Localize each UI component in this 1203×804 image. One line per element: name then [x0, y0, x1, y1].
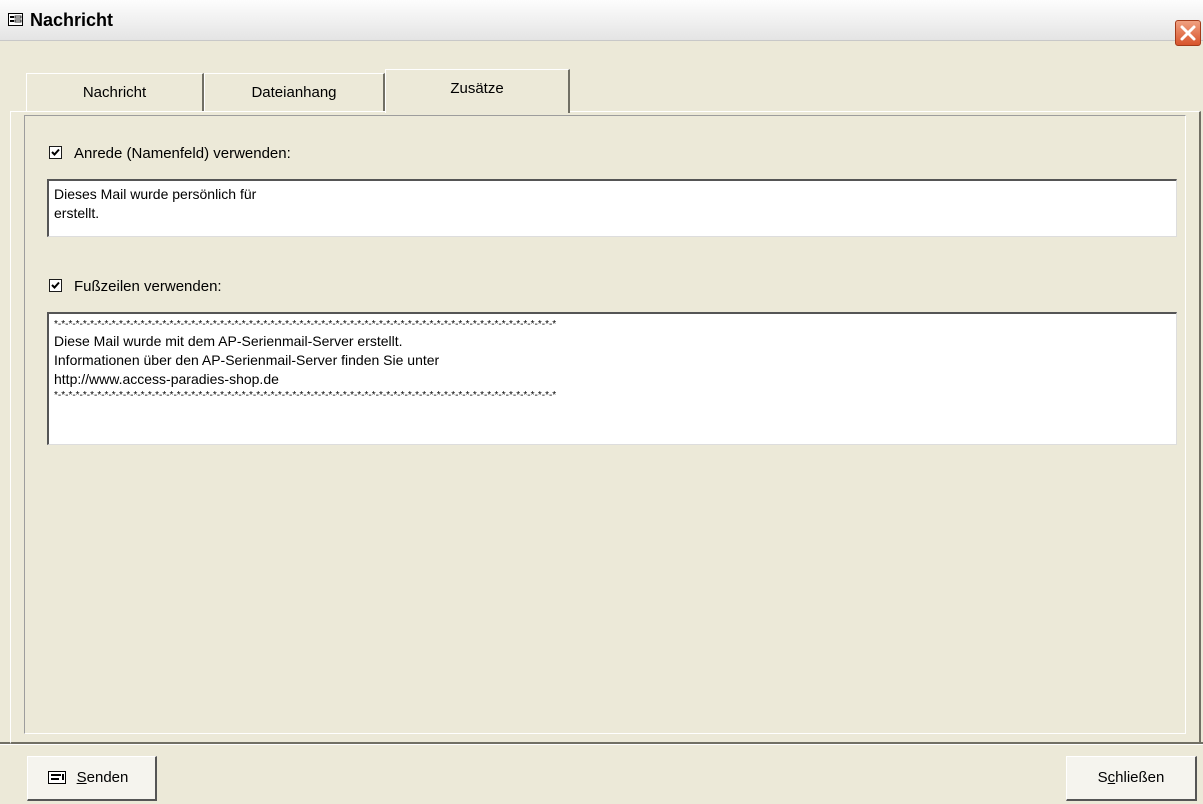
tab-label: Dateianhang [251, 84, 337, 101]
send-label-rest: enden [86, 769, 129, 786]
footer-text-line: *-*-*-*-*-*-*-*-*-*-*-*-*-*-*-*-*-*-*-*-… [54, 390, 557, 401]
footer-checkbox[interactable] [49, 279, 62, 292]
close-button-label: Schließen [1098, 769, 1165, 786]
checkmark-icon [51, 148, 60, 156]
title-bar[interactable]: Nachricht [0, 0, 1203, 46]
close-label-start: S [1097, 769, 1108, 786]
message-window: Nachricht Nachricht Dateianhang Zusätze … [0, 0, 1203, 804]
salutation-text-line: erstellt. [54, 205, 100, 221]
footer-label: Fußzeilen verwenden: [74, 278, 222, 295]
close-label-rest: hließen [1115, 769, 1165, 786]
checkmark-icon [51, 281, 60, 289]
tab-dateianhang[interactable]: Dateianhang [204, 73, 385, 111]
salutation-text-line: Dieses Mail wurde persönlich für [54, 186, 257, 202]
footer-text-line: http://www.access-paradies-shop.de [54, 371, 279, 387]
footer-textbox[interactable]: *-*-*-*-*-*-*-*-*-*-*-*-*-*-*-*-*-*-*-*-… [47, 312, 1177, 445]
tab-zusaetze[interactable]: Zusätze [385, 69, 570, 113]
window-title: Nachricht [30, 10, 114, 30]
close-button[interactable]: Schließen [1066, 756, 1197, 801]
footer-text-line: *-*-*-*-*-*-*-*-*-*-*-*-*-*-*-*-*-*-*-*-… [54, 319, 557, 330]
tab-label: Nachricht [82, 84, 147, 101]
tab-label: Zusätze [450, 80, 504, 97]
footer-text-line: Diese Mail wurde mit dem AP-Serienmail-S… [54, 333, 403, 349]
send-mnemonic: S [76, 769, 87, 786]
tab-nachricht[interactable]: Nachricht [26, 73, 204, 111]
salutation-textbox[interactable]: Dieses Mail wurde persönlich für erstell… [47, 179, 1177, 237]
form-icon [8, 13, 23, 26]
send-form-icon [48, 771, 66, 784]
salutation-checkbox[interactable] [49, 146, 62, 159]
footer-text-line: Informationen über den AP-Serienmail-Ser… [54, 352, 440, 368]
salutation-label: Anrede (Namenfeld) verwenden: [74, 145, 291, 162]
send-button[interactable]: Senden [27, 756, 157, 801]
